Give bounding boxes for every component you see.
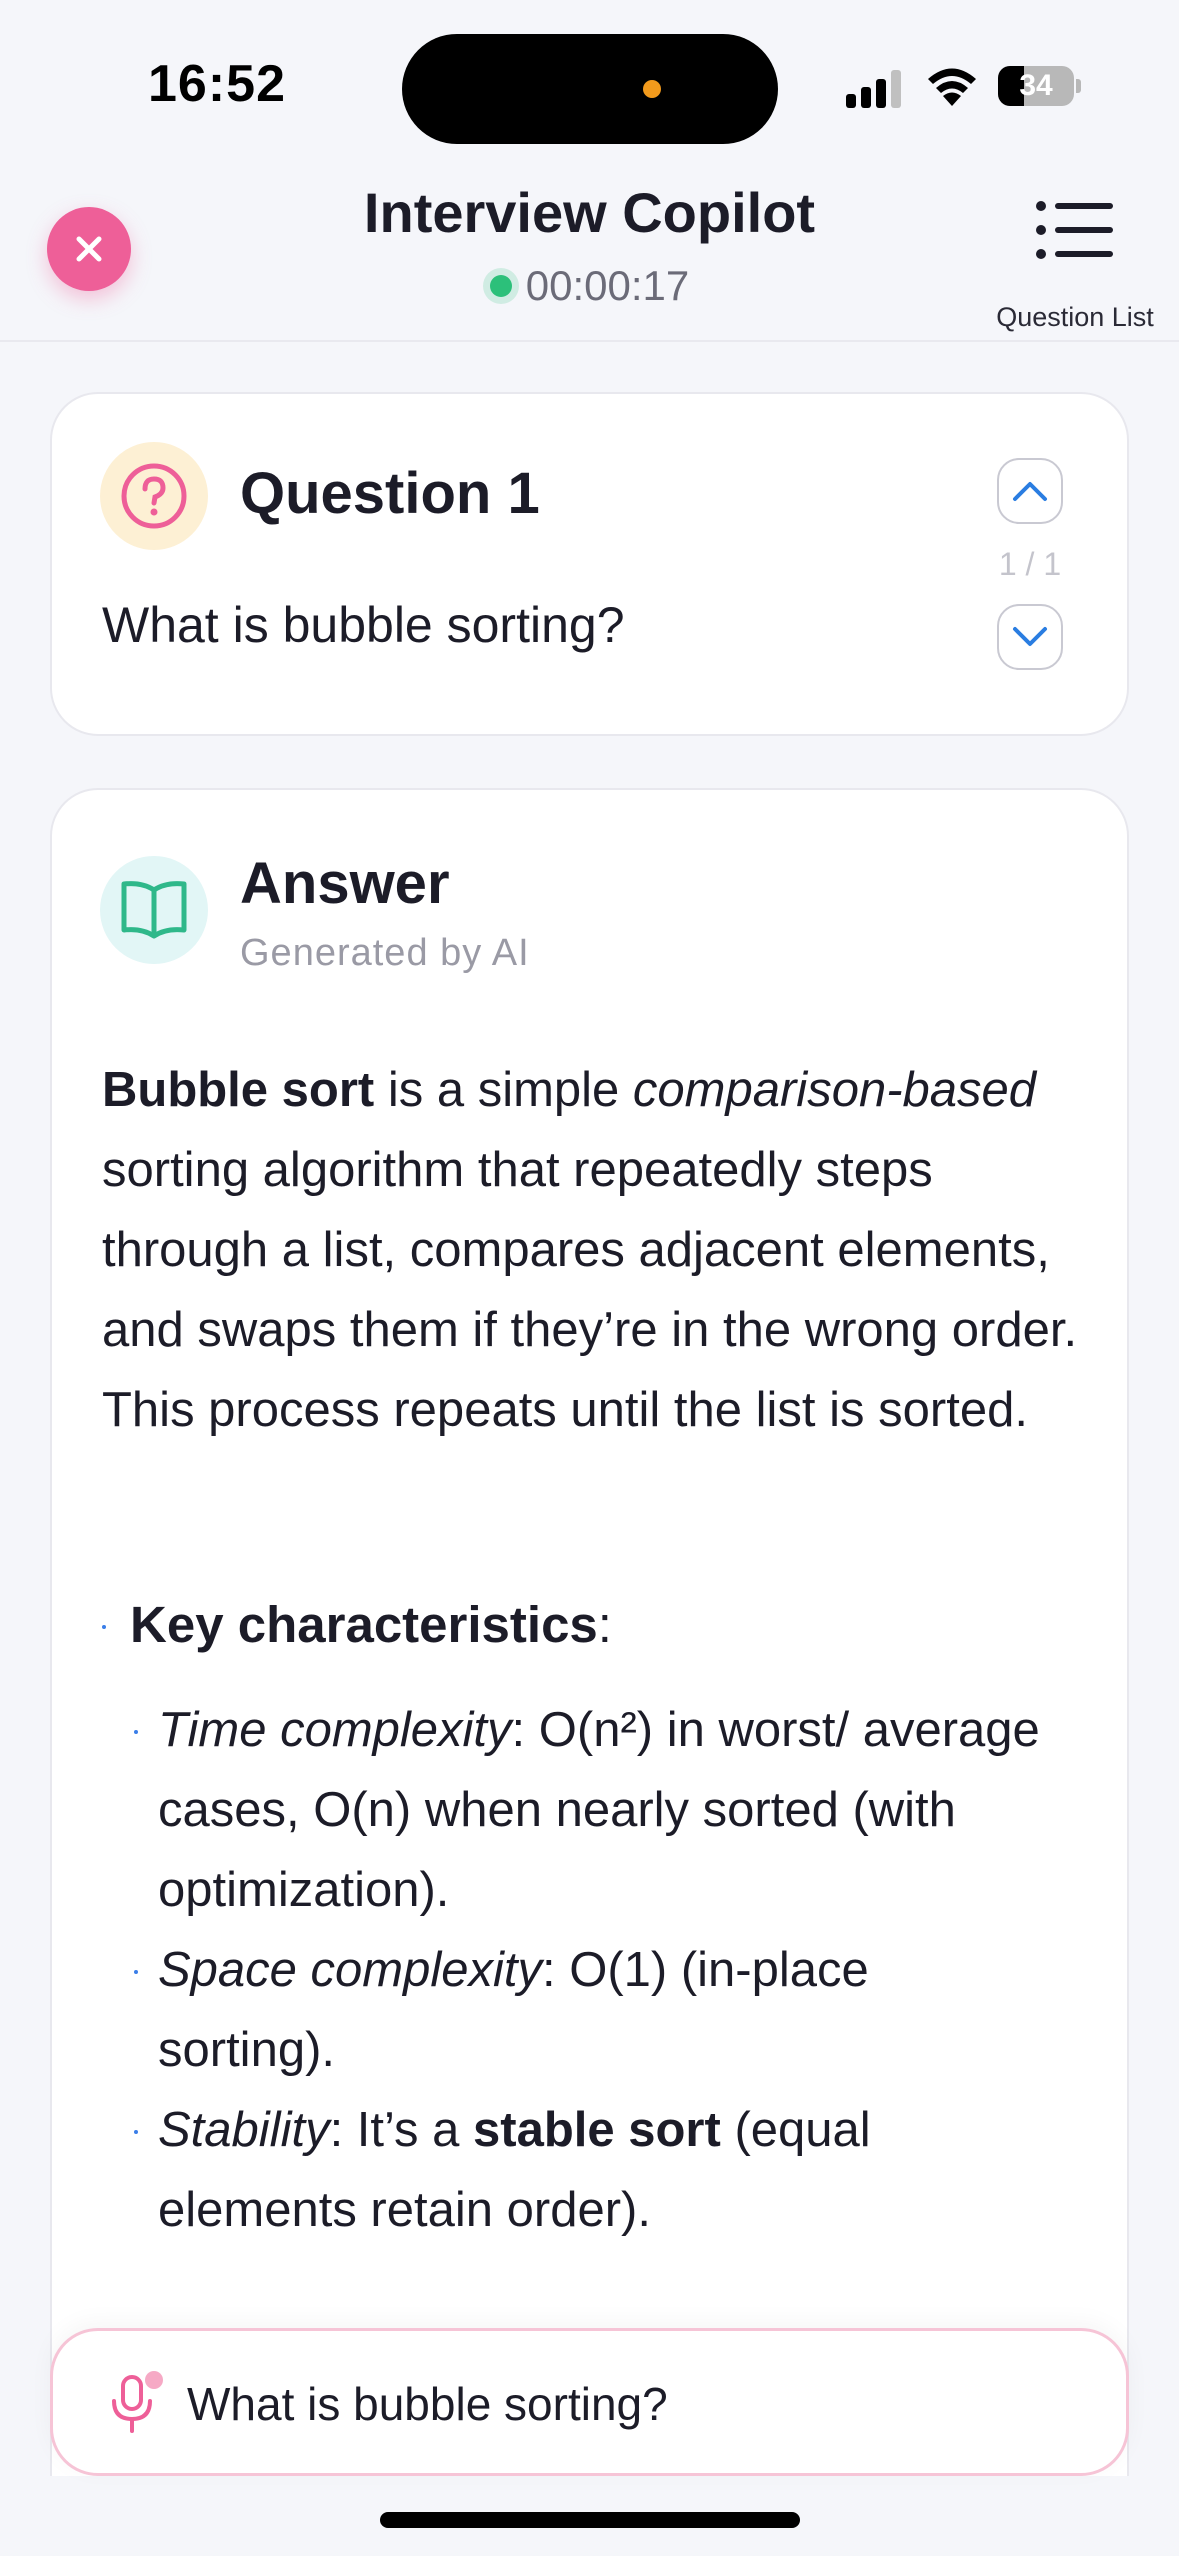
- question-list-label: Question List: [996, 302, 1154, 332]
- recording-indicator-dot: [643, 80, 661, 98]
- item-text-before: : It’s a: [329, 2103, 474, 2157]
- battery-percent: 34: [1019, 69, 1053, 102]
- list-icon: [1036, 201, 1113, 259]
- bullet-dot: [134, 2130, 138, 2134]
- item-label: Time complexity: [158, 1703, 512, 1757]
- intro-text-part2: sorting algorithm that repeatedly steps …: [102, 1143, 1078, 1437]
- status-bar: 16:52 34: [0, 0, 1179, 170]
- next-question-button[interactable]: [997, 604, 1063, 670]
- app-header: Interview Copilot 00:00:17 Question List: [0, 170, 1179, 342]
- answer-intro-paragraph: Bubble sort is a simple comparison-based…: [102, 1050, 1102, 1450]
- transcript-input[interactable]: What is bubble sorting?: [50, 2328, 1129, 2476]
- transcript-text: What is bubble sorting?: [187, 2378, 668, 2430]
- term-stable-sort: stable sort: [473, 2103, 721, 2157]
- answer-card: Answer Generated by AI Bubble sort is a …: [50, 788, 1129, 2548]
- chevron-up-icon: [1013, 482, 1047, 501]
- item-label: Stability: [158, 2103, 330, 2157]
- answer-icon-badge: [100, 856, 208, 964]
- item-label: Space complexity: [158, 1943, 543, 1997]
- question-mark-icon: [121, 463, 187, 529]
- key-heading-colon: :: [597, 1596, 612, 1653]
- battery-icon: 34: [998, 66, 1074, 106]
- book-icon: [121, 881, 187, 939]
- home-indicator[interactable]: [380, 2512, 800, 2528]
- previous-question-button[interactable]: [997, 458, 1063, 524]
- chevron-down-icon: [1013, 627, 1047, 646]
- question-icon-badge: [100, 442, 208, 550]
- bullet-dot: [102, 1625, 106, 1629]
- timer-live-dot: [489, 275, 512, 297]
- question-card: Question 1 What is bubble sorting? 1 / 1: [50, 392, 1129, 736]
- question-title: Question 1: [240, 461, 540, 526]
- key-heading-text: Key characteristics: [130, 1596, 598, 1653]
- status-time: 16:52: [148, 55, 286, 113]
- question-counter: 1 / 1: [998, 546, 1062, 582]
- intro-text-part1: is a simple: [374, 1063, 633, 1117]
- bullet-dot: [134, 1970, 138, 1974]
- timer-text: 00:00:17: [525, 262, 690, 309]
- answer-subtitle: Generated by AI: [240, 932, 530, 974]
- mic-active-indicator: [145, 2371, 163, 2389]
- dynamic-island: [402, 34, 778, 144]
- term-bubble-sort: Bubble sort: [102, 1063, 375, 1117]
- bullet-dot: [134, 1730, 138, 1734]
- term-comparison-based: comparison-based: [632, 1063, 1037, 1117]
- answer-title: Answer: [240, 851, 450, 916]
- characteristics-list: Time complexity: O(n²) in worst/ average…: [134, 1690, 1058, 2250]
- cellular-signal-icon: [846, 70, 901, 108]
- key-characteristics-heading: Key characteristics:: [130, 1585, 612, 1665]
- question-text: What is bubble sorting?: [102, 597, 625, 653]
- list-item-space-complexity: Space complexity: O(1) (in-place sorting…: [134, 1930, 1058, 2090]
- question-list-button[interactable]: Question List: [980, 200, 1170, 332]
- list-item-time-complexity: Time complexity: O(n²) in worst/ average…: [134, 1690, 1058, 1930]
- battery-cap: [1076, 79, 1081, 93]
- wifi-icon: [928, 68, 976, 106]
- list-item-stability: Stability: It’s a stable sort (equal ele…: [134, 2090, 1058, 2250]
